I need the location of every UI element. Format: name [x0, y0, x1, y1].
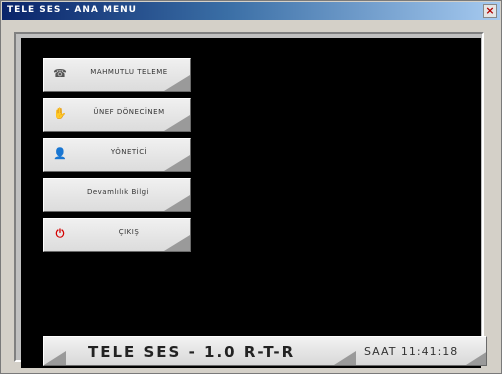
menu-item-yonetici[interactable]: 👤 YÖNETİCİ	[43, 138, 191, 172]
client-area: ☎ MAHMUTLU TELEME ✋ ÜNEF DÖNECİNEM 👤 YÖN…	[5, 22, 497, 369]
title-bar[interactable]: TELE SES - ANA MENU ×	[2, 2, 500, 20]
status-right-decoration	[466, 351, 486, 365]
menu-item-devamlilik-bilgi[interactable]: Devamlılık Bilgi	[43, 178, 191, 212]
menu-item-unef-donecinem[interactable]: ✋ ÜNEF DÖNECİNEM	[43, 98, 191, 132]
close-icon: ×	[485, 4, 495, 17]
main-panel: ☎ MAHMUTLU TELEME ✋ ÜNEF DÖNECİNEM 👤 YÖN…	[21, 38, 487, 368]
status-left-decoration	[44, 351, 66, 365]
button-corner-decoration	[164, 75, 190, 91]
menu-item-cikis[interactable]: ⏻ ÇIKIŞ	[43, 218, 191, 252]
button-corner-decoration	[164, 235, 190, 251]
menu-item-mahmutlu-teleme[interactable]: ☎ MAHMUTLU TELEME	[43, 58, 191, 92]
button-corner-decoration	[164, 115, 190, 131]
button-corner-decoration	[164, 155, 190, 171]
hand-icon: ✋	[53, 107, 67, 120]
user-icon: 👤	[53, 147, 67, 160]
status-bar: TELE SES - 1.0 R-T-R SAAT 11:41:18	[43, 336, 487, 366]
menu-item-label: Devamlılık Bilgi	[86, 188, 150, 196]
window-title: TELE SES - ANA MENU	[7, 5, 137, 15]
button-corner-decoration	[164, 195, 190, 211]
app-window: TELE SES - ANA MENU × ☎ MAHMUTLU TELEME …	[0, 0, 502, 374]
clock-label: SAAT 11:41:18	[364, 345, 459, 358]
status-mid-decoration	[334, 351, 356, 365]
app-version-label: TELE SES - 1.0 R-T-R	[88, 343, 296, 361]
exit-icon: ⏻	[55, 227, 65, 240]
close-button[interactable]: ×	[483, 4, 497, 18]
phone-list-icon: ☎	[53, 67, 67, 80]
